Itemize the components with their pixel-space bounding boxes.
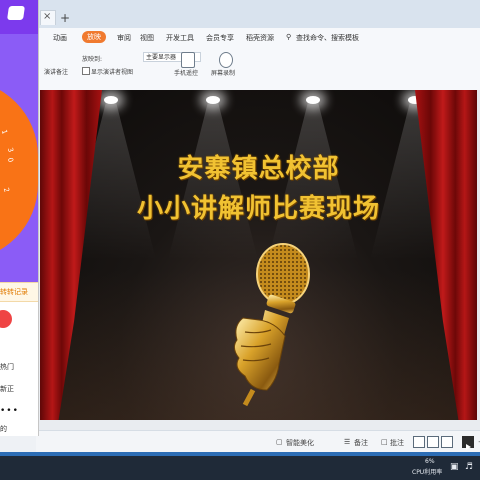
more-icon[interactable]: ••• [0, 406, 19, 416]
menu-review[interactable]: 审阅 [117, 33, 131, 43]
comments-icon[interactable]: □ [381, 438, 388, 446]
notes-icon[interactable]: ☰ [344, 438, 350, 446]
slideshow-ribbon: 放映到: 主要显示器 演讲备注 显示演讲者视图 手机遥控 屏幕录制 [36, 48, 480, 91]
play-icon [466, 444, 471, 450]
comments-button[interactable]: 批注 [390, 438, 404, 448]
smart-beautify-icon[interactable]: ▢ [276, 438, 283, 446]
normal-view-icon[interactable] [413, 436, 425, 448]
desktop-screen: × + 动画 放映 审阅 视图 开发工具 会员专享 稻壳资源 ⚲ 查找命令、搜索… [0, 0, 480, 480]
phone-remote-label[interactable]: 手机遥控 [174, 68, 198, 77]
tab-bar: × + [0, 0, 480, 28]
app-header [0, 0, 38, 34]
golden-microphone-icon [233, 243, 310, 407]
display-select-value: 主要显示器 [146, 54, 177, 61]
current-slide[interactable]: 安寨镇总校部 小小讲解师比赛现场 [40, 90, 477, 420]
menu-animation[interactable]: 动画 [53, 33, 67, 43]
screen-record-label[interactable]: 屏幕录制 [211, 68, 235, 77]
spotlight-lamp [306, 96, 320, 104]
presenter-view-label: 显示演讲者视图 [91, 69, 134, 76]
new-tab-button[interactable]: + [60, 11, 70, 25]
latest-label[interactable]: 新正 [0, 384, 14, 394]
menu-member-exclusive[interactable]: 会员专享 [206, 33, 234, 43]
slide-editor-area: 安寨镇总校部 小小讲解师比赛现场 [36, 90, 480, 430]
reading-view-icon[interactable] [441, 436, 453, 448]
search-icon[interactable]: ⚲ [286, 33, 291, 41]
app-logo-icon [7, 6, 25, 20]
play-slideshow-button[interactable] [462, 436, 474, 450]
presenter-view-checkbox[interactable] [82, 67, 90, 75]
cpu-usage-label: CPU利用率 [412, 469, 443, 476]
notification-dot [0, 310, 12, 328]
spin-record-button[interactable]: 转转记录 [0, 282, 38, 302]
slide-sorter-icon[interactable] [427, 436, 439, 448]
slide-subtitle: 小小讲解师比赛现场 [136, 194, 380, 224]
speaker-notes-button[interactable]: 演讲备注 [44, 67, 68, 76]
menu-developer-tools[interactable]: 开发工具 [166, 33, 194, 43]
cpu-usage-value: 6% [425, 458, 435, 465]
slide-title: 安寨镇总校部 [177, 154, 340, 184]
bottom-text: 的 [0, 425, 7, 433]
close-tab-icon[interactable]: × [43, 11, 51, 22]
command-search[interactable]: 查找命令、搜索模板 [296, 33, 359, 43]
menu-view[interactable]: 视图 [140, 33, 154, 43]
play-to-label: 放映到: [82, 56, 103, 63]
status-bar: ▢ 智能美化 ☰ 备注 □ 批注 − [36, 430, 480, 453]
notes-button[interactable]: 备注 [354, 438, 368, 448]
network-icon[interactable]: ▣ [450, 462, 459, 472]
phone-remote-icon[interactable] [181, 52, 195, 68]
spin-record-label: 转转记录 [0, 288, 28, 296]
spin-wheel-app-window: 1 3 0 2 转转记录 热门 新正 ••• 的 [0, 0, 39, 436]
spotlight-lamp [104, 96, 118, 104]
smart-beautify-button[interactable]: 智能美化 [286, 438, 314, 448]
volume-icon[interactable]: ♬ [465, 462, 473, 472]
hot-label[interactable]: 热门 [0, 362, 14, 372]
os-taskbar [0, 452, 480, 480]
ribbon-menu-bar: 动画 放映 审阅 视图 开发工具 会员专享 稻壳资源 ⚲ 查找命令、搜索模板 [36, 28, 480, 49]
screen-record-icon[interactable] [219, 52, 233, 68]
menu-docer-resources[interactable]: 稻壳资源 [246, 33, 274, 43]
menu-slideshow[interactable]: 放映 [82, 31, 106, 43]
spotlight-lamp [206, 96, 220, 104]
taskbar-accent-strip [0, 452, 480, 456]
